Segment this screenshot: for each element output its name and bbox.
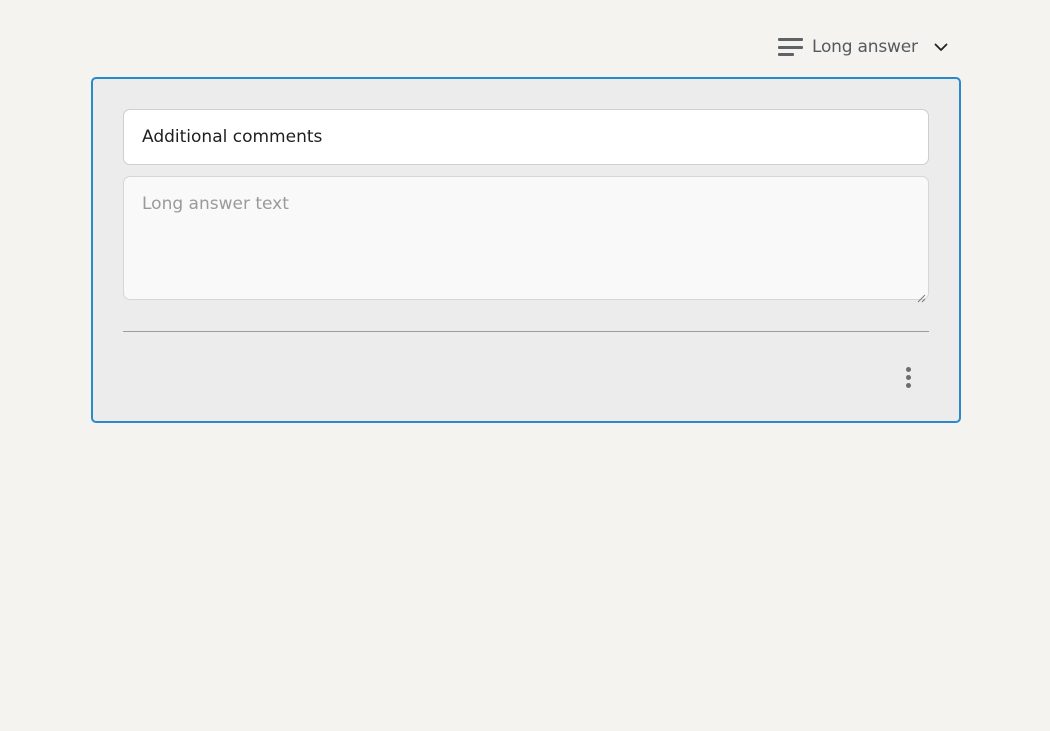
answer-placeholder: Long answer text — [142, 194, 289, 214]
question-type-dropdown[interactable]: Long answer — [778, 32, 949, 62]
question-title-text: Additional comments — [142, 127, 323, 147]
card-divider — [123, 331, 929, 332]
chevron-down-icon — [933, 39, 949, 55]
question-type-label: Long answer — [812, 37, 918, 57]
long-answer-lines-icon — [778, 38, 803, 56]
resize-handle-icon[interactable] — [917, 288, 926, 303]
long-answer-textarea[interactable]: Long answer text — [123, 176, 929, 303]
question-title-field[interactable]: Additional comments — [123, 109, 929, 165]
more-options-icon[interactable] — [898, 363, 918, 391]
question-card[interactable]: Additional comments Long answer text — [91, 77, 961, 423]
